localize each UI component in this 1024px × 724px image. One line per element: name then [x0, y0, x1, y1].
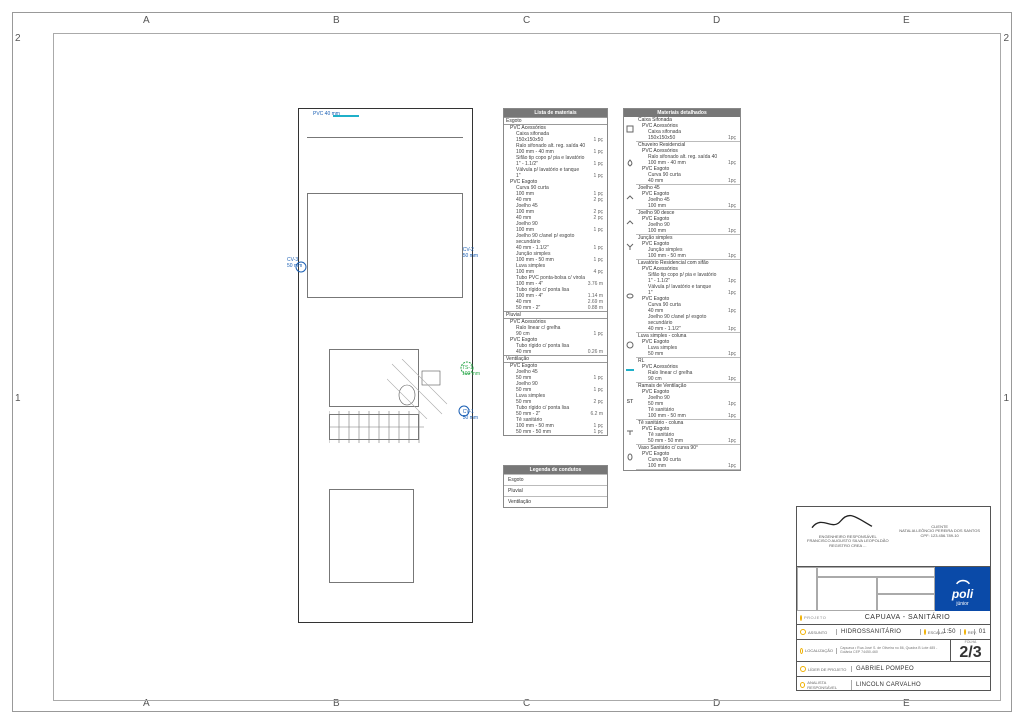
callout-circle-icon — [460, 361, 474, 375]
symbol-icon — [624, 341, 636, 351]
grid-row-2-l: 2 — [15, 33, 21, 44]
legend-item: Esgoto — [504, 474, 607, 485]
signature-area: ENGENHEIRO RESPONSÁVEL FRANCISCO AUGUSTO… — [797, 507, 990, 567]
table-row: 90 cm1pç — [636, 376, 740, 382]
grid-row-2-r: 2 — [1003, 33, 1009, 44]
grid-col-B: B — [333, 15, 340, 26]
grid-row-1-l: 1 — [15, 393, 21, 404]
detailed-node: Joelho 90 descePVC EsgotoJoelho 90100 mm… — [624, 210, 740, 235]
table-row: 40 mm1pç — [636, 178, 740, 184]
sheet-number: 2/3 — [959, 644, 981, 662]
poli-junior-logo: poli júnior — [935, 567, 990, 611]
detailed-node: Joelho 45PVC EsgotoJoelho 45100 mm1pç — [624, 185, 740, 210]
callout-circle-icon — [295, 261, 307, 273]
symbol-icon: ST — [624, 399, 636, 405]
signature-engineer: ENGENHEIRO RESPONSÁVEL FRANCISCO AUGUSTO… — [807, 513, 889, 548]
table-row: 100 mm1pç — [636, 228, 740, 234]
symbol-icon — [624, 292, 636, 302]
detailed-node: Tê sanitário - colunaPVC EsgotoTê sanitá… — [624, 420, 740, 445]
symbol-icon — [624, 366, 636, 376]
table-group: Ventilação — [504, 355, 607, 363]
table-row: 50 mm - 50 mm1pç — [636, 438, 740, 444]
symbol-icon — [624, 453, 636, 463]
symbol-icon — [624, 428, 636, 438]
sanitary-fixtures — [387, 359, 457, 419]
symbol-icon — [624, 243, 636, 253]
symbol-icon — [624, 218, 636, 228]
table-row: 50 mm - 50 mm1 pç — [504, 429, 607, 435]
legend-item: Ventilação — [504, 496, 607, 507]
legend-title: Legenda de condutos — [504, 466, 607, 474]
detailed-node: Vaso Sanitário c/ curva 90°PVC EsgotoCur… — [624, 445, 740, 470]
titleblock-grid — [797, 567, 935, 611]
analista-value: LINCOLN CARVALHO — [852, 682, 925, 688]
detailed-node: STRamais de VentilaçãoPVC EsgotoJoelho 9… — [624, 383, 740, 420]
callout-circle-icon — [458, 405, 470, 417]
table-row: 150x150x501pç — [636, 135, 740, 141]
assunto-value: HIDROSSANITÁRIO — [837, 629, 920, 635]
symbol-icon — [624, 193, 636, 203]
analista-row: ANALISTA RESPONSÁVEL LINCOLN CARVALHO — [797, 677, 990, 692]
project-title-row: PROJETO CAPUAVA - SANITÁRIO — [797, 611, 990, 625]
table-row: 40 mm - 1.1/2"1pç — [636, 326, 740, 332]
detailed-materials-body: Caixa SifonadaPVC AcessóriosCaixa sifona… — [624, 117, 740, 470]
grid-col-A: A — [143, 15, 150, 26]
detailed-node: Caixa SifonadaPVC AcessóriosCaixa sifona… — [624, 117, 740, 142]
project-title: CAPUAVA - SANITÁRIO — [865, 614, 950, 621]
title-block: ENGENHEIRO RESPONSÁVEL FRANCISCO AUGUSTO… — [796, 506, 991, 691]
detailed-node: Junção simplesPVC EsgotoJunção simples10… — [624, 235, 740, 260]
drawing-sheet: A B C D E A B C D E 2 1 2 1 PVC 40 mm — [12, 12, 1012, 712]
lider-value: GABRIEL POMPEO — [852, 666, 918, 672]
detailed-node: RLPVC AcessóriosRalo linear c/ grelha90 … — [624, 358, 740, 383]
grid-col-E: E — [903, 15, 910, 26]
symbol-icon — [624, 125, 636, 135]
table-row: 100 mm - 50 mm1pç — [636, 413, 740, 419]
logo-arc-icon — [955, 571, 971, 587]
table-row: 100 mm - 50 mm1pç — [636, 253, 740, 259]
floor-plan: PVC 40 mm CV-35 — [298, 108, 473, 623]
table-row: 100 mm1pç — [636, 463, 740, 469]
table-group: Pluvial — [504, 311, 607, 319]
table-row: 100 mm1pç — [636, 203, 740, 209]
callout-cv2: CV-250 mm — [463, 247, 478, 259]
detailed-node: Chuveiro ResidencialPVC AcessóriosRalo s… — [624, 142, 740, 185]
detailed-node: Luva simples - colunaPVC EsgotoLuva simp… — [624, 333, 740, 358]
assunto-row: ASSUNTO HIDROSSANITÁRIO ESCALA1:50 REV.0… — [797, 625, 990, 640]
table-row: Joelho 90 c/anel p/ esgoto secundário — [504, 233, 607, 245]
detailed-materials-table: Materiais detalhados Caixa SifonadaPVC A… — [623, 108, 741, 471]
pipe-segment — [333, 115, 359, 117]
detailed-materials-title: Materiais detalhados — [624, 109, 740, 117]
localizacao-row: LOCALIZAÇÃO Capuava • Rua José S. de Oli… — [797, 640, 990, 662]
materials-list-title: Lista de materiais — [504, 109, 607, 117]
materials-list-table: Lista de materiais EsgotoPVC AcessóriosC… — [503, 108, 608, 436]
table-group: Esgoto — [504, 117, 607, 125]
signature-client: CLIENTE NATALIA LEÔNCIO PEREIRA DOS SANT… — [899, 525, 980, 538]
legend-item: Pluvial — [504, 485, 607, 496]
grid-row-1-r: 1 — [1003, 393, 1009, 404]
detailed-node: Lavatório Residencial com sifãoPVC Acess… — [624, 260, 740, 333]
lider-row: LÍDER DE PROJETO GABRIEL POMPEO — [797, 662, 990, 677]
table-row: Joelho 90 c/anel p/ esgoto secundário — [636, 314, 740, 326]
conduits-legend: Legenda de condutos Esgoto Pluvial Venti… — [503, 465, 608, 508]
symbol-icon — [624, 159, 636, 169]
materials-list-body: EsgotoPVC AcessóriosCaixa sifonada150x15… — [504, 117, 607, 435]
localizacao-value: Capuava • Rua José S. de Oliveira no 86,… — [837, 646, 950, 656]
grid-col-D: D — [713, 15, 720, 26]
grid-col-C: C — [523, 15, 530, 26]
table-row: 50 mm1pç — [636, 351, 740, 357]
